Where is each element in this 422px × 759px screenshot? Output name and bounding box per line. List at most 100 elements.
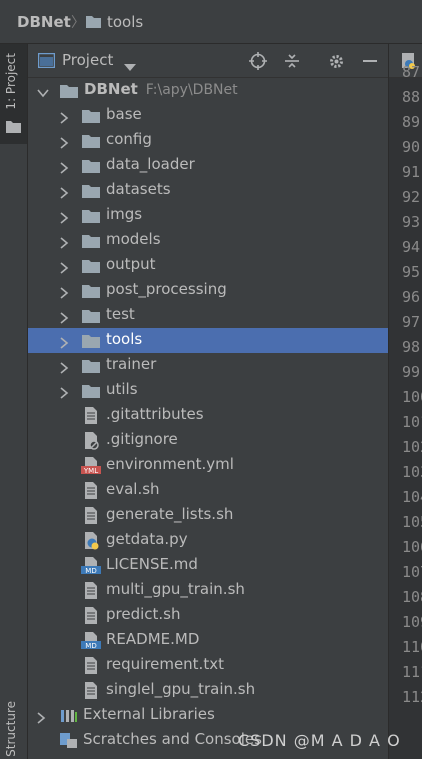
tree-file-readme-md[interactable]: MD README.MD (28, 628, 388, 653)
tree-item-label: generate_lists.sh (106, 505, 234, 523)
collapse-all-icon[interactable] (277, 44, 307, 78)
tree-root-dbnet[interactable]: DBNet F:\apy\DBNet (28, 78, 388, 103)
tree-folder-output[interactable]: output (28, 253, 388, 278)
chevron-right-icon[interactable] (58, 359, 70, 374)
folder-icon (81, 306, 101, 325)
folder-icon (81, 106, 101, 125)
navigation-bar: DBNet 〉 tools (0, 0, 422, 44)
line-number: 92 (402, 188, 421, 206)
markdown-file-icon: MD (81, 631, 101, 650)
tree-item-label: output (106, 255, 156, 273)
breadcrumb-project[interactable]: DBNet (17, 13, 71, 31)
tree-item-label: utils (106, 380, 138, 398)
tree-folder-post-processing[interactable]: post_processing (28, 278, 388, 303)
tree-item-label: post_processing (106, 280, 227, 298)
editor-area[interactable]: 87 88 89 90 91 92 93 94 95 96 97 98 99 100 101 102 103 10… (389, 44, 422, 759)
tree-file-singlel-gpu-train-sh[interactable]: singlel_gpu_train.sh (28, 678, 388, 703)
line-number: 101 (402, 413, 422, 431)
chevron-right-icon[interactable] (58, 284, 70, 299)
project-view-selector[interactable]: Project (62, 51, 113, 69)
watermark: CSDN @M A D A O (238, 731, 401, 750)
tree-file-generate-lists-sh[interactable]: generate_lists.sh (28, 503, 388, 528)
locate-icon[interactable] (243, 44, 273, 78)
folder-icon (59, 81, 79, 100)
chevron-right-icon[interactable] (58, 159, 70, 174)
chevron-right-icon[interactable] (58, 334, 70, 349)
scratches-label: Scratches and Consoles (83, 730, 262, 748)
line-number: 87 (402, 63, 421, 81)
chevron-right-icon[interactable] (58, 384, 70, 399)
line-number: 93 (402, 213, 421, 231)
breadcrumb-folder[interactable]: tools (107, 13, 143, 31)
chevron-right-icon[interactable] (58, 309, 70, 324)
markdown-file-icon: MD (81, 556, 101, 575)
tree-file-license-md[interactable]: MD LICENSE.md (28, 553, 388, 578)
line-number: 89 (402, 113, 421, 131)
line-number: 90 (402, 138, 421, 156)
tree-folder-config[interactable]: config (28, 128, 388, 153)
tree-file-predict-sh[interactable]: predict.sh (28, 603, 388, 628)
line-number: 105 (402, 513, 422, 531)
tree-item-label: predict.sh (106, 605, 181, 623)
gear-icon[interactable] (321, 44, 351, 78)
line-number: 99 (402, 363, 421, 381)
chevron-right-icon[interactable] (35, 709, 47, 724)
tree-folder-data-loader[interactable]: data_loader (28, 153, 388, 178)
tree-file-eval-sh[interactable]: eval.sh (28, 478, 388, 503)
svg-text:YML: YML (83, 467, 98, 475)
project-tree: DBNet F:\apy\DBNet base config data_loader d… (28, 78, 388, 759)
text-file-icon (81, 506, 101, 525)
libraries-icon (59, 706, 79, 725)
line-number: 112 (402, 688, 422, 706)
root-name: DBNet (84, 80, 138, 98)
tree-item-external-libraries[interactable]: External Libraries (28, 703, 388, 728)
tree-folder-datasets[interactable]: datasets (28, 178, 388, 203)
folder-icon (81, 381, 101, 400)
folder-icon (81, 206, 101, 225)
folder-icon (81, 231, 101, 250)
tree-item-label: .gitignore (106, 430, 178, 448)
tree-folder-utils[interactable]: utils (28, 378, 388, 403)
line-number: 96 (402, 288, 421, 306)
tree-folder-models[interactable]: models (28, 228, 388, 253)
tree-file-dot-gitignore[interactable]: .gitignore (28, 428, 388, 453)
tree-item-label: eval.sh (106, 480, 160, 498)
chevron-right-icon[interactable] (58, 234, 70, 249)
project-tool-tab[interactable]: 1: Project (0, 44, 27, 144)
line-number: 91 (402, 163, 421, 181)
line-number: 111 (402, 663, 422, 681)
tree-file-multi-gpu-train-sh[interactable]: multi_gpu_train.sh (28, 578, 388, 603)
tree-item-label: getdata.py (106, 530, 188, 548)
chevron-down-icon[interactable] (37, 84, 49, 98)
structure-tool-tab[interactable]: Structure (0, 684, 27, 759)
line-number: 100 (402, 388, 422, 406)
line-number: 109 (402, 613, 422, 631)
chevron-right-icon[interactable] (58, 109, 70, 124)
tree-item-label: models (106, 230, 161, 248)
tree-folder-trainer[interactable]: trainer (28, 353, 388, 378)
chevron-right-icon[interactable] (58, 259, 70, 274)
chevron-right-icon[interactable] (58, 134, 70, 149)
tree-folder-base[interactable]: base (28, 103, 388, 128)
tree-item-label: tools (106, 330, 143, 348)
line-number: 97 (402, 313, 421, 331)
tree-item-label: requirement.txt (106, 655, 224, 673)
tree-folder-tools[interactable]: tools (28, 328, 388, 353)
tree-file-getdata-py[interactable]: getdata.py (28, 528, 388, 553)
tree-folder-test[interactable]: test (28, 303, 388, 328)
chevron-right-icon[interactable] (58, 184, 70, 199)
tree-file-environment-yml[interactable]: YML environment.yml (28, 453, 388, 478)
chevron-right-icon[interactable] (58, 209, 70, 224)
line-number: 107 (402, 563, 422, 581)
tree-item-label: README.MD (106, 630, 200, 648)
scratches-icon (59, 731, 79, 750)
text-file-icon (81, 606, 101, 625)
chevron-down-icon[interactable] (124, 57, 136, 76)
tree-file-requirement-txt[interactable]: requirement.txt (28, 653, 388, 678)
tree-item-label: test (106, 305, 135, 323)
tree-folder-imgs[interactable]: imgs (28, 203, 388, 228)
hide-panel-icon[interactable] (355, 44, 385, 78)
svg-text:MD: MD (85, 567, 96, 575)
line-number: 104 (402, 488, 422, 506)
tree-file-dot-gitattributes[interactable]: .gitattributes (28, 403, 388, 428)
